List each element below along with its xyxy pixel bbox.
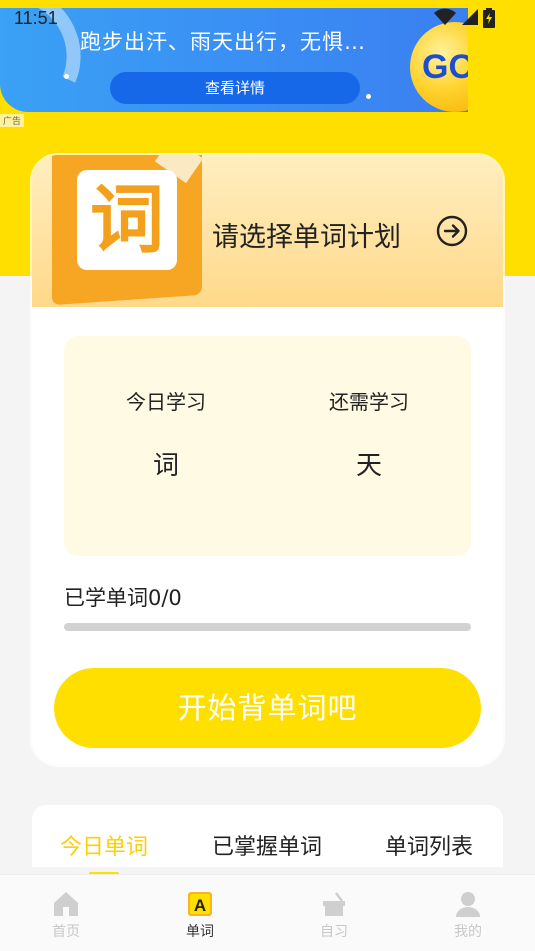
word-a-icon: A <box>188 892 212 916</box>
desk-icon <box>323 892 345 916</box>
ad-logo: GO <box>410 22 468 112</box>
bottom-nav: 首页 A 单词 自习 我的 <box>0 874 535 951</box>
study-stats-box: 今日学习 词 还需学习 天 <box>64 336 471 556</box>
word-plan-card: 词 请选择单词计划 今日学习 词 还需学习 天 已学单词0/0 开始背单词吧 <box>32 155 503 765</box>
ad-details-button[interactable]: 查看详情 <box>110 72 360 104</box>
nav-profile[interactable]: 我的 <box>433 889 503 941</box>
learned-words-count: 已学单词0/0 <box>64 586 182 610</box>
today-study-stat: 今日学习 词 <box>91 386 241 482</box>
ad-dot <box>366 94 371 99</box>
svg-text:A: A <box>194 896 206 915</box>
status-time: 11:51 <box>14 8 58 28</box>
tab-mastered-words[interactable]: 已掌握单词 <box>212 829 322 861</box>
tab-word-list[interactable]: 单词列表 <box>385 829 473 861</box>
today-study-unit: 词 <box>152 451 179 481</box>
ad-dot <box>64 74 69 79</box>
home-icon <box>54 892 78 916</box>
learning-progress-bar <box>64 623 471 631</box>
plan-select-header[interactable]: 词 请选择单词计划 <box>32 155 503 307</box>
word-book-icon: 词 <box>77 170 177 270</box>
profile-icon <box>456 892 480 917</box>
wifi-icon <box>434 8 456 25</box>
nav-words[interactable]: A 单词 <box>165 889 235 941</box>
remaining-study-label: 还需学习 <box>329 390 409 414</box>
nav-home-label: 首页 <box>52 924 80 940</box>
tab-today-words[interactable]: 今日单词 <box>60 829 148 861</box>
remaining-study-unit: 天 <box>355 451 382 481</box>
battery-icon <box>483 8 495 28</box>
status-bar: 11:51 <box>0 0 535 34</box>
ad-label: 广告 <box>0 114 25 127</box>
nav-words-label: 单词 <box>186 924 214 940</box>
arrow-right-circle-icon[interactable] <box>436 215 468 247</box>
select-plan-title[interactable]: 请选择单词计划 <box>212 215 401 254</box>
nav-home[interactable]: 首页 <box>31 889 101 941</box>
signal-icon <box>462 9 478 25</box>
nav-self-study-label: 自习 <box>320 924 348 940</box>
word-tabs: 今日单词 已掌握单词 单词列表 <box>32 805 503 876</box>
start-learning-button[interactable]: 开始背单词吧 <box>54 668 481 748</box>
nav-profile-label: 我的 <box>454 924 482 940</box>
nav-self-study[interactable]: 自习 <box>299 889 369 941</box>
today-study-label: 今日学习 <box>126 390 206 414</box>
remaining-study-stat: 还需学习 天 <box>294 386 444 482</box>
